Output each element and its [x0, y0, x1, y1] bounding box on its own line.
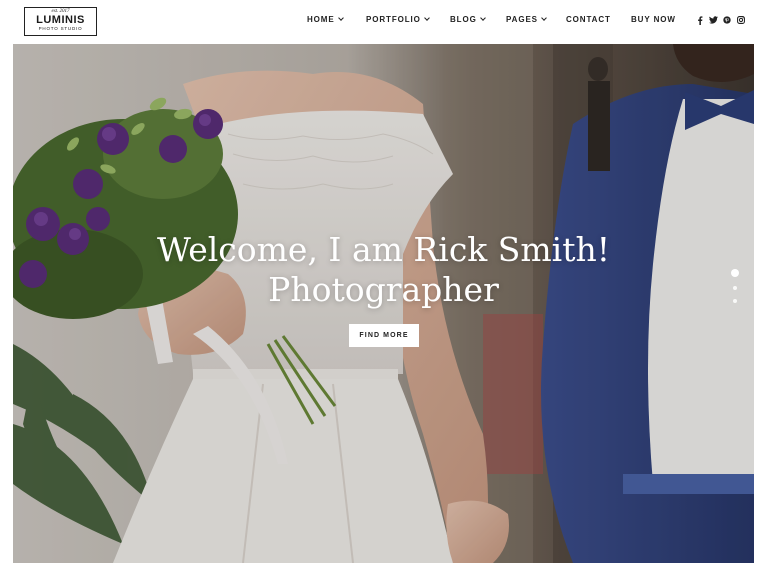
slider-dot-2[interactable] — [733, 286, 737, 290]
site-header: est. 2017 LUMINIS PHOTO STUDIO HOME PORT… — [0, 0, 768, 44]
site-logo[interactable]: est. 2017 LUMINIS PHOTO STUDIO — [24, 7, 97, 36]
chevron-down-icon — [423, 15, 430, 21]
hero-title-line2: Photographer — [268, 270, 499, 309]
instagram-icon[interactable] — [736, 15, 746, 25]
nav-item-buy-now[interactable]: BUY NOW — [631, 15, 676, 24]
page: est. 2017 LUMINIS PHOTO STUDIO HOME PORT… — [0, 0, 768, 576]
nav-label: HOME — [307, 15, 335, 24]
nav-label: BLOG — [450, 15, 477, 24]
chevron-down-icon — [541, 15, 547, 21]
hero-slider: Welcome, I am Rick Smith! Photographer F… — [13, 44, 754, 563]
twitter-icon[interactable] — [708, 15, 718, 25]
logo-name: LUMINIS — [36, 14, 85, 26]
nav-label: CONTACT — [566, 15, 611, 24]
nav-item-pages[interactable]: PAGES — [506, 15, 547, 24]
nav-item-portfolio[interactable]: PORTFOLIO — [366, 15, 430, 24]
pinterest-icon[interactable] — [722, 15, 732, 25]
logo-tagline: PHOTO STUDIO — [38, 26, 83, 31]
nav-item-home[interactable]: HOME — [307, 15, 344, 24]
nav-label: BUY NOW — [631, 15, 676, 24]
slider-dot-1[interactable] — [731, 269, 739, 277]
hero-title-line1: Welcome, I am Rick Smith! — [156, 230, 611, 269]
facebook-icon[interactable] — [695, 15, 705, 25]
find-more-button[interactable]: FIND MORE — [349, 324, 419, 347]
slider-dot-3[interactable] — [733, 299, 737, 303]
chevron-down-icon — [479, 15, 486, 21]
chevron-down-icon — [337, 15, 344, 21]
nav-item-contact[interactable]: CONTACT — [566, 15, 611, 24]
nav-label: PORTFOLIO — [366, 15, 421, 24]
nav-item-blog[interactable]: BLOG — [450, 15, 486, 24]
nav-label: PAGES — [506, 15, 538, 24]
